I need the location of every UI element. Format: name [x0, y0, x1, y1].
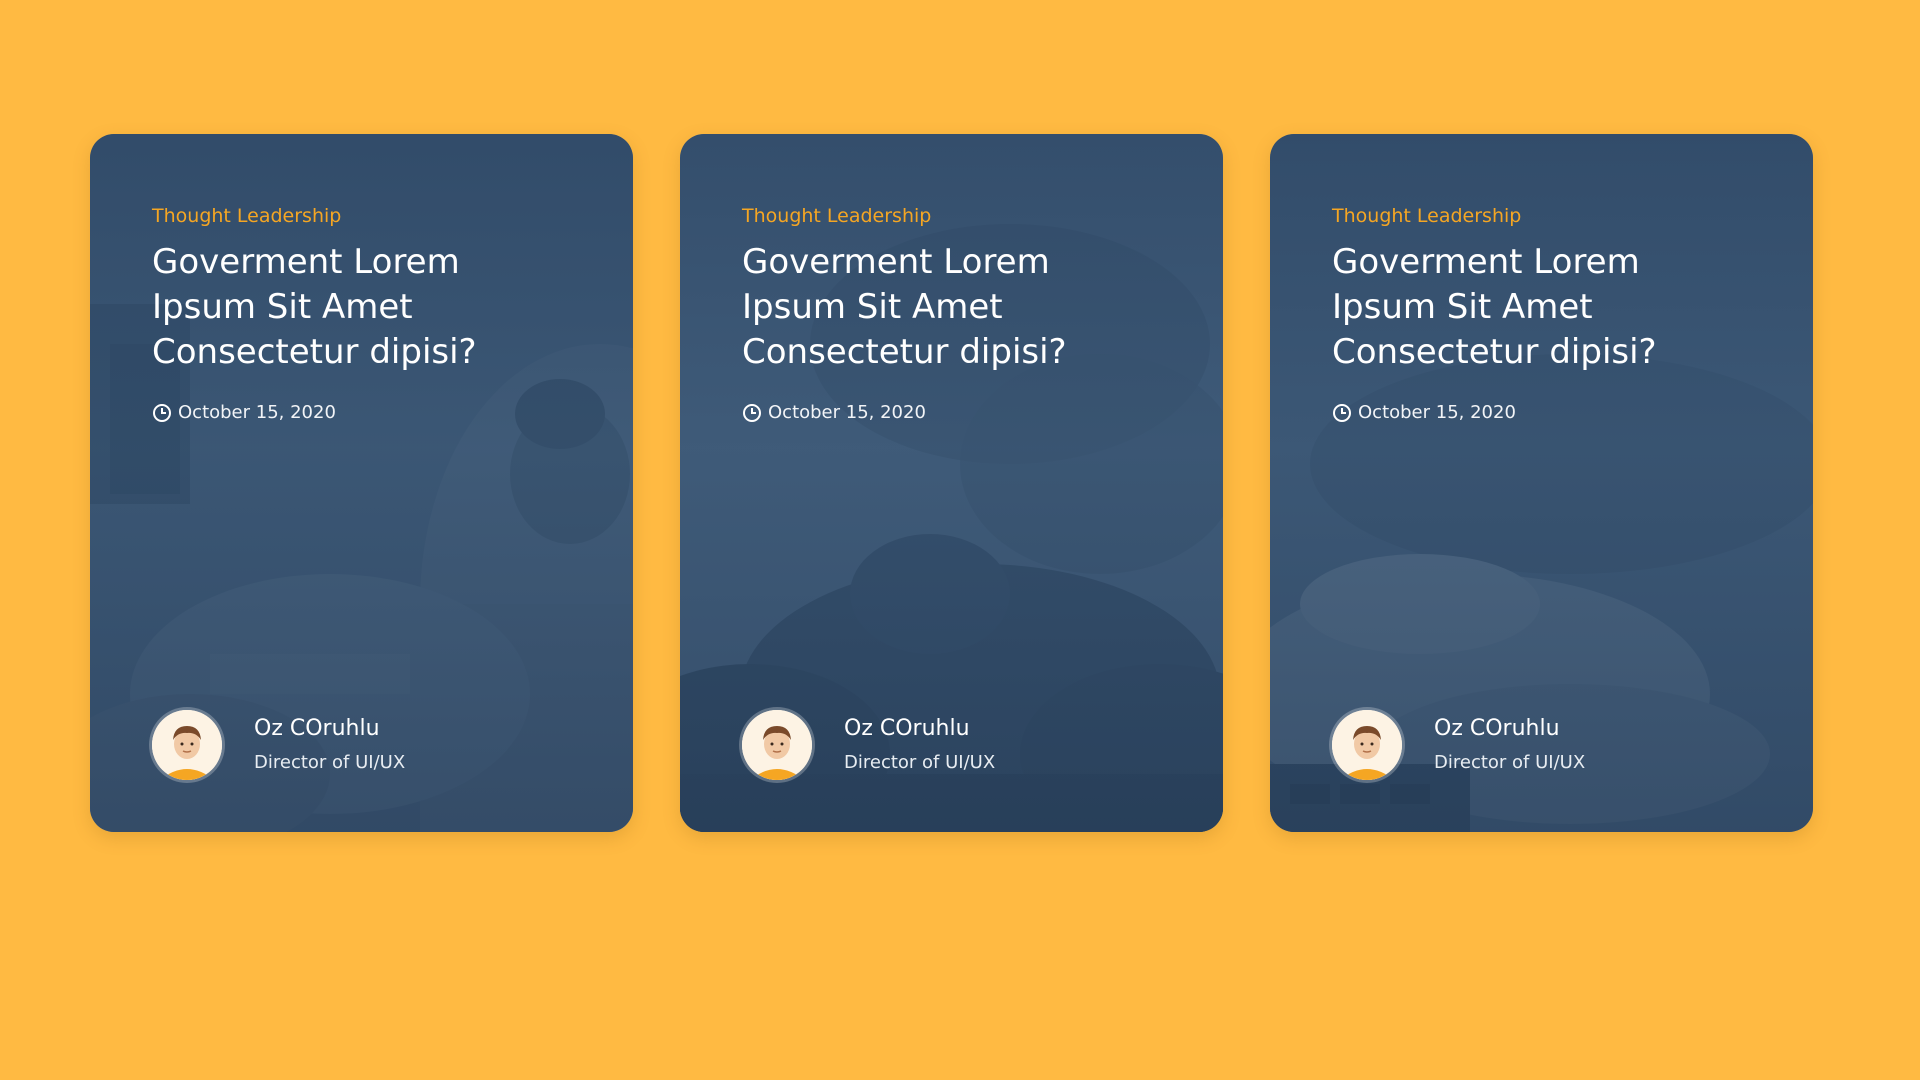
article-card-list: Thought Leadership Goverment Lorem Ipsum… — [90, 134, 1814, 832]
card-date: October 15, 2020 — [1332, 401, 1773, 425]
author-name: Oz COruhlu — [254, 716, 380, 741]
card-author: Oz COruhlu Director of UI/UX — [1332, 710, 1585, 780]
clock-icon — [1333, 404, 1351, 422]
card-content: Thought Leadership Goverment Lorem Ipsum… — [152, 204, 593, 425]
card-category[interactable]: Thought Leadership — [1332, 204, 1773, 228]
card-date: October 15, 2020 — [152, 401, 593, 425]
article-card[interactable]: Thought Leadership Goverment Lorem Ipsum… — [90, 134, 633, 832]
page: Thought Leadership Goverment Lorem Ipsum… — [0, 0, 1920, 1080]
author-avatar — [742, 710, 812, 780]
author-avatar — [152, 710, 222, 780]
card-author: Oz COruhlu Director of UI/UX — [742, 710, 995, 780]
author-role: Director of UI/UX — [254, 752, 406, 773]
card-author: Oz COruhlu Director of UI/UX — [152, 710, 405, 780]
card-title[interactable]: Goverment Lorem Ipsum Sit Amet Consectet… — [1332, 240, 1752, 375]
card-date-text: October 15, 2020 — [1358, 402, 1516, 423]
author-avatar — [1332, 710, 1402, 780]
author-text: Oz COruhlu Director of UI/UX — [254, 715, 405, 775]
card-date-text: October 15, 2020 — [768, 402, 926, 423]
clock-icon — [153, 404, 171, 422]
card-content: Thought Leadership Goverment Lorem Ipsum… — [742, 204, 1183, 425]
card-title[interactable]: Goverment Lorem Ipsum Sit Amet Consectet… — [742, 240, 1162, 375]
author-name: Oz COruhlu — [844, 716, 970, 741]
card-date: October 15, 2020 — [742, 401, 1183, 425]
author-text: Oz COruhlu Director of UI/UX — [1434, 715, 1585, 775]
card-category[interactable]: Thought Leadership — [152, 204, 593, 228]
author-role: Director of UI/UX — [1434, 752, 1586, 773]
clock-icon — [743, 404, 761, 422]
card-category[interactable]: Thought Leadership — [742, 204, 1183, 228]
author-role: Director of UI/UX — [844, 752, 996, 773]
card-date-text: October 15, 2020 — [178, 402, 336, 423]
author-name: Oz COruhlu — [1434, 716, 1560, 741]
card-content: Thought Leadership Goverment Lorem Ipsum… — [1332, 204, 1773, 425]
card-title[interactable]: Goverment Lorem Ipsum Sit Amet Consectet… — [152, 240, 572, 375]
article-card[interactable]: Thought Leadership Goverment Lorem Ipsum… — [1270, 134, 1813, 832]
author-text: Oz COruhlu Director of UI/UX — [844, 715, 995, 775]
article-card[interactable]: Thought Leadership Goverment Lorem Ipsum… — [680, 134, 1223, 832]
